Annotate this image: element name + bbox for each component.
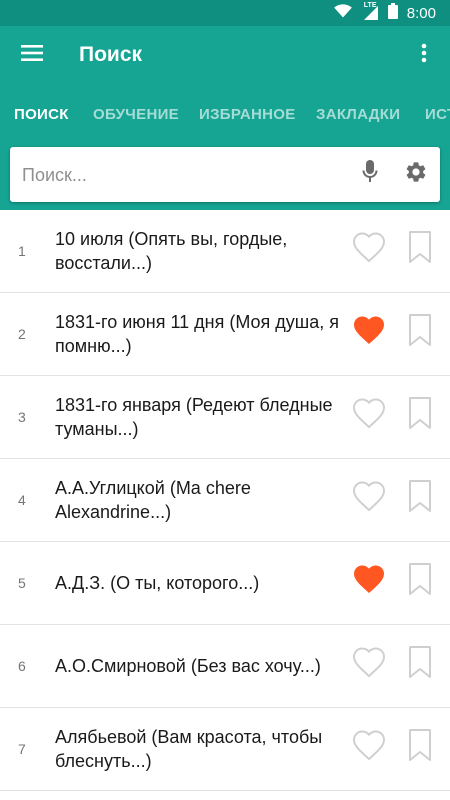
item-title: Алябьевой (Вам красота, чтобы блеснуть..… <box>55 727 323 771</box>
bookmark-icon <box>408 479 432 518</box>
tab-bar: ПОИСК ОБУЧЕНИЕ ИЗБРАННОЕ ЗАКЛАДКИ ИСТ <box>0 88 450 142</box>
bookmark-button[interactable] <box>405 479 435 518</box>
list-item[interactable]: 1 10 июля (Опять вы, гордые, восстали...) <box>0 210 450 293</box>
favorite-button[interactable] <box>351 314 387 350</box>
list-item[interactable]: 7 Алябьевой (Вам красота, чтобы блеснуть.… <box>0 708 450 791</box>
bookmark-icon <box>408 230 432 269</box>
item-number: 5 <box>18 575 26 591</box>
bookmark-icon <box>408 728 432 767</box>
heart-icon <box>351 727 387 768</box>
cellular-signal-icon: LTE <box>361 2 379 21</box>
mic-icon <box>362 159 378 189</box>
bookmark-icon <box>408 645 432 684</box>
item-title: А.Д.З. (О ты, которого...) <box>55 573 260 593</box>
favorite-button[interactable] <box>351 397 387 433</box>
app-bar: Поиск <box>0 26 450 88</box>
bookmark-button[interactable] <box>405 728 435 767</box>
list-item[interactable]: 4 А.А.Углицкой (Ma chere Alexandrine...) <box>0 459 450 542</box>
more-vert-icon <box>421 43 427 68</box>
heart-icon <box>351 395 387 436</box>
search-settings-button[interactable] <box>401 159 431 189</box>
item-number: 7 <box>18 741 26 757</box>
list-item[interactable]: 3 1831-го января (Редеют бледные туманы..… <box>0 376 450 459</box>
heart-icon <box>351 644 387 685</box>
poem-list: 1 10 июля (Опять вы, гордые, восстали...)… <box>0 210 450 800</box>
tab-history[interactable]: ИСТ <box>425 106 450 123</box>
bookmark-button[interactable] <box>405 645 435 684</box>
tab-bookmarks[interactable]: ЗАКЛАДКИ <box>316 106 400 123</box>
favorite-button[interactable] <box>351 729 387 765</box>
network-type-label: LTE <box>363 2 377 9</box>
favorite-button[interactable] <box>351 480 387 516</box>
more-options-button[interactable] <box>406 33 442 77</box>
list-item[interactable]: 2 1831-го июня 11 дня (Моя душа, я помню.… <box>0 293 450 376</box>
status-bar: LTE 8:00 <box>0 0 450 26</box>
heart-icon <box>351 312 387 353</box>
battery-icon <box>387 2 398 24</box>
item-title: 1831-го июня 11 дня (Моя душа, я помню..… <box>55 312 339 356</box>
search-area <box>0 142 450 210</box>
bookmark-icon <box>408 562 432 601</box>
item-title: А.О.Смирновой (Без вас хочу...) <box>55 656 321 676</box>
bookmark-button[interactable] <box>405 396 435 435</box>
search-box <box>10 147 440 202</box>
voice-search-button[interactable] <box>356 159 384 189</box>
list-item[interactable]: 5 А.Д.З. (О ты, которого...) <box>0 542 450 625</box>
tab-favorites[interactable]: ИЗБРАННОЕ <box>199 106 296 123</box>
heart-icon <box>351 561 387 602</box>
page-title: Поиск <box>79 43 143 66</box>
favorite-button[interactable] <box>351 231 387 267</box>
item-title: А.А.Углицкой (Ma chere Alexandrine...) <box>55 478 251 522</box>
status-icons: LTE 8:00 <box>333 0 436 26</box>
menu-button[interactable] <box>10 33 54 77</box>
item-number: 3 <box>18 409 26 425</box>
heart-icon <box>351 229 387 270</box>
list-item[interactable]: 6 А.О.Смирновой (Без вас хочу...) <box>0 625 450 708</box>
item-number: 2 <box>18 326 26 342</box>
item-title: 1831-го января (Редеют бледные туманы...… <box>55 395 333 439</box>
bookmark-icon <box>408 396 432 435</box>
menu-icon <box>21 44 43 66</box>
tab-learning[interactable]: ОБУЧЕНИЕ <box>93 106 179 123</box>
bookmark-button[interactable] <box>405 313 435 352</box>
bookmark-icon <box>408 313 432 352</box>
search-input[interactable] <box>22 158 342 192</box>
heart-icon <box>351 478 387 519</box>
item-title: 10 июля (Опять вы, гордые, восстали...) <box>55 229 288 273</box>
item-number: 6 <box>18 658 26 674</box>
item-number: 4 <box>18 492 26 508</box>
tab-search[interactable]: ПОИСК <box>14 106 69 123</box>
bookmark-button[interactable] <box>405 562 435 601</box>
bookmark-button[interactable] <box>405 230 435 269</box>
wifi-icon <box>333 3 352 23</box>
status-time: 8:00 <box>406 4 436 22</box>
item-number: 1 <box>18 243 26 259</box>
settings-icon <box>404 160 428 189</box>
favorite-button[interactable] <box>351 646 387 682</box>
favorite-button[interactable] <box>351 563 387 599</box>
